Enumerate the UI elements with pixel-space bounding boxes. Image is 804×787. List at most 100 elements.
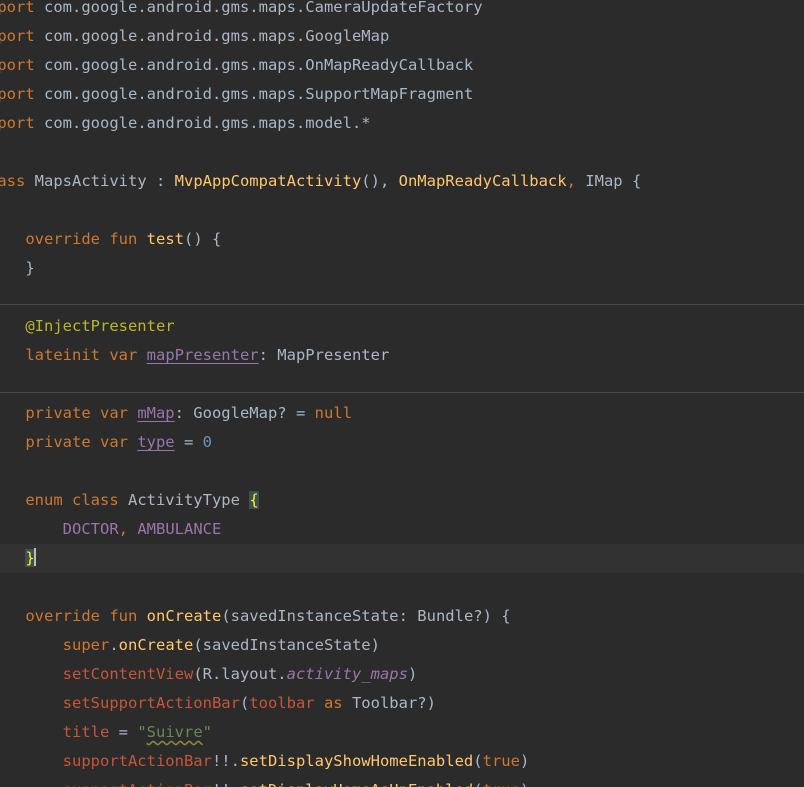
code-token: (R.layout. [193, 665, 287, 683]
code-line-text: nport com.google.android.gms.maps.model.… [0, 109, 371, 138]
code-token: () { [183, 230, 222, 248]
code-token: test [146, 230, 184, 248]
code-token: Toolbar?) [351, 694, 436, 712]
code-line-text: } [0, 254, 34, 283]
code-token: @InjectPresenter [25, 317, 175, 335]
code-line[interactable]: supportActionBar!!.setDisplayHomeAsUpEna… [0, 776, 804, 787]
code-token: nport [0, 114, 35, 132]
code-token: setSupportActionBar [62, 694, 240, 712]
code-token: = [109, 723, 138, 741]
code-token: override fun [25, 230, 147, 248]
code-token: true [482, 752, 520, 770]
code-token: null [314, 404, 352, 422]
code-token: MvpAppCompatActivity [174, 172, 362, 190]
code-line[interactable]: } [0, 254, 804, 283]
code-line[interactable]: private var type = 0 [0, 428, 804, 457]
code-line[interactable]: nport com.google.android.gms.maps.Google… [0, 22, 804, 51]
code-line[interactable]: override fun onCreate(savedInstanceState… [0, 602, 804, 631]
code-token: lateinit var [25, 346, 147, 364]
code-token: MapsActivity : [34, 172, 175, 190]
code-token: true [483, 781, 520, 787]
code-line-text: enum class ActivityType { [0, 486, 259, 515]
code-line-text: nport com.google.android.gms.maps.Suppor… [0, 80, 473, 109]
code-line[interactable]: } [0, 544, 804, 573]
code-token: " [202, 723, 213, 741]
code-line[interactable]: enum class ActivityType { [0, 486, 804, 515]
code-token: supportActionBar [62, 752, 212, 770]
code-token: , [566, 172, 586, 190]
code-line-text: title = "Suivre" [0, 718, 212, 747]
code-line-text: DOCTOR, AMBULANCE [0, 515, 222, 544]
code-line[interactable] [0, 457, 804, 486]
code-token: com.google.android.gms.maps.GoogleMap [34, 27, 390, 45]
code-token: super [62, 636, 110, 654]
code-line[interactable] [0, 370, 804, 399]
code-line[interactable]: nport com.google.android.gms.maps.OnMapR… [0, 51, 804, 80]
code-token: = [174, 433, 203, 451]
code-line[interactable]: nport com.google.android.gms.maps.Suppor… [0, 80, 804, 109]
code-token: as [314, 694, 352, 712]
code-line[interactable]: override fun test() { [0, 225, 804, 254]
code-line[interactable]: setContentView(R.layout.activity_maps) [0, 660, 804, 689]
code-token: onCreate [146, 607, 222, 625]
code-line[interactable]: lass MapsActivity : MvpAppCompatActivity… [0, 167, 804, 196]
code-token: , [118, 520, 138, 538]
code-line-text: override fun test() { [0, 225, 221, 254]
code-line-text: supportActionBar!!.setDisplayShowHomeEna… [0, 747, 530, 776]
code-token: private var [25, 404, 138, 422]
code-token: ) [520, 781, 529, 787]
code-line[interactable]: nport com.google.android.gms.maps.model.… [0, 109, 804, 138]
code-line-text: setSupportActionBar(toolbar as Toolbar?) [0, 689, 436, 718]
code-line[interactable]: @InjectPresenter [0, 312, 804, 341]
code-line-text: supportActionBar!!.setDisplayHomeAsUpEna… [0, 776, 530, 787]
code-line-text: lateinit var mapPresenter: MapPresenter [0, 341, 389, 370]
code-token: !!. [212, 781, 240, 787]
code-line-text: nport com.google.android.gms.maps.OnMapR… [0, 51, 473, 80]
code-line[interactable]: supportActionBar!!.setDisplayShowHomeEna… [0, 747, 804, 776]
code-token: : GoogleMap? = [174, 404, 315, 422]
code-line-text: lass MapsActivity : MvpAppCompatActivity… [0, 167, 641, 196]
code-token: activity_maps [286, 665, 408, 683]
code-token: com.google.android.gms.maps.OnMapReadyCa… [34, 56, 474, 74]
code-line[interactable] [0, 283, 804, 312]
code-token: . [109, 636, 119, 654]
code-token: nport [0, 27, 35, 45]
code-line-text: super.onCreate(savedInstanceState) [0, 631, 380, 660]
code-token: (savedInstanceState) [193, 636, 380, 654]
code-line[interactable]: DOCTOR, AMBULANCE [0, 515, 804, 544]
code-line[interactable]: nport com.google.android.gms.maps.Camera… [0, 0, 804, 22]
code-token: AMBULANCE [137, 520, 222, 538]
code-token: setDisplayShowHomeEnabled [239, 752, 474, 770]
code-token: supportActionBar [63, 781, 212, 787]
code-token: (savedInstanceState: Bundle?) { [221, 607, 511, 625]
code-line[interactable]: setSupportActionBar(toolbar as Toolbar?) [0, 689, 804, 718]
code-token: nport [0, 0, 35, 16]
code-line[interactable] [0, 138, 804, 167]
code-line[interactable] [0, 573, 804, 602]
code-line[interactable]: private var mMap: GoogleMap? = null [0, 399, 804, 428]
code-line[interactable]: title = "Suivre" [0, 718, 804, 747]
code-token: com.google.android.gms.maps.model.* [34, 114, 371, 132]
code-editor[interactable]: nport com.google.android.gms.maps.Camera… [0, 0, 804, 787]
code-token: (), [361, 172, 399, 190]
code-line[interactable]: super.onCreate(savedInstanceState) [0, 631, 804, 660]
code-token: nport [0, 56, 35, 74]
code-line-text: override fun onCreate(savedInstanceState… [0, 602, 511, 631]
code-token: : MapPresenter [258, 346, 390, 364]
code-token: setContentView [62, 665, 194, 683]
code-token: lass [0, 172, 26, 190]
code-line-text: setContentView(R.layout.activity_maps) [0, 660, 418, 689]
code-line[interactable] [0, 196, 804, 225]
code-token: ActivityType [127, 491, 250, 509]
code-line-text: } [0, 544, 36, 573]
code-line[interactable]: lateinit var mapPresenter: MapPresenter [0, 341, 804, 370]
code-token: title [62, 723, 110, 741]
code-token: IMap { [585, 172, 642, 190]
